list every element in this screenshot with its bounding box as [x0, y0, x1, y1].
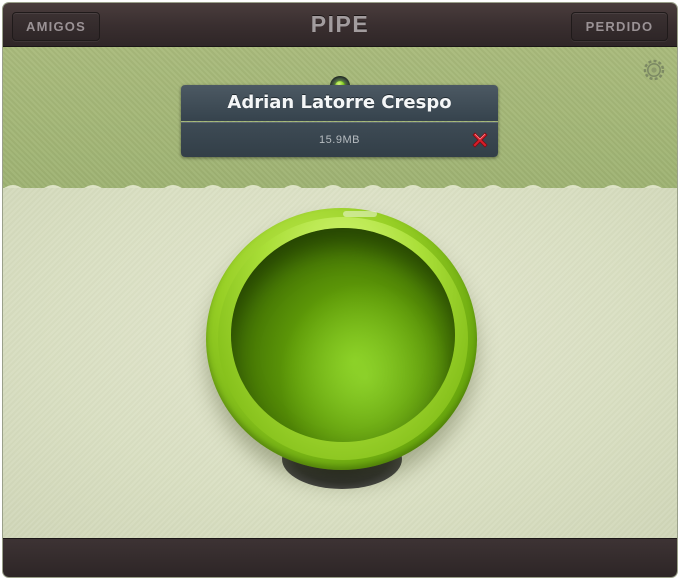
recipient-name: Adrian Latorre Crespo	[181, 85, 498, 121]
app-window: AMIGOS PIPE PERDIDO Adrian Latorre Cresp…	[3, 3, 677, 577]
file-size: 15.9MB	[319, 134, 360, 146]
bottom-bar	[3, 538, 677, 577]
pipe-gloss	[231, 228, 455, 442]
file-info-row: 15.9MB	[181, 122, 498, 157]
perdido-button[interactable]: PERDIDO	[571, 12, 668, 41]
top-bar: AMIGOS PIPE PERDIDO	[3, 3, 677, 47]
transfer-card: Adrian Latorre Crespo 15.9MB	[181, 85, 498, 157]
gear-icon[interactable]	[643, 59, 665, 81]
close-icon[interactable]	[470, 130, 490, 150]
pipe-highlight	[343, 211, 377, 217]
